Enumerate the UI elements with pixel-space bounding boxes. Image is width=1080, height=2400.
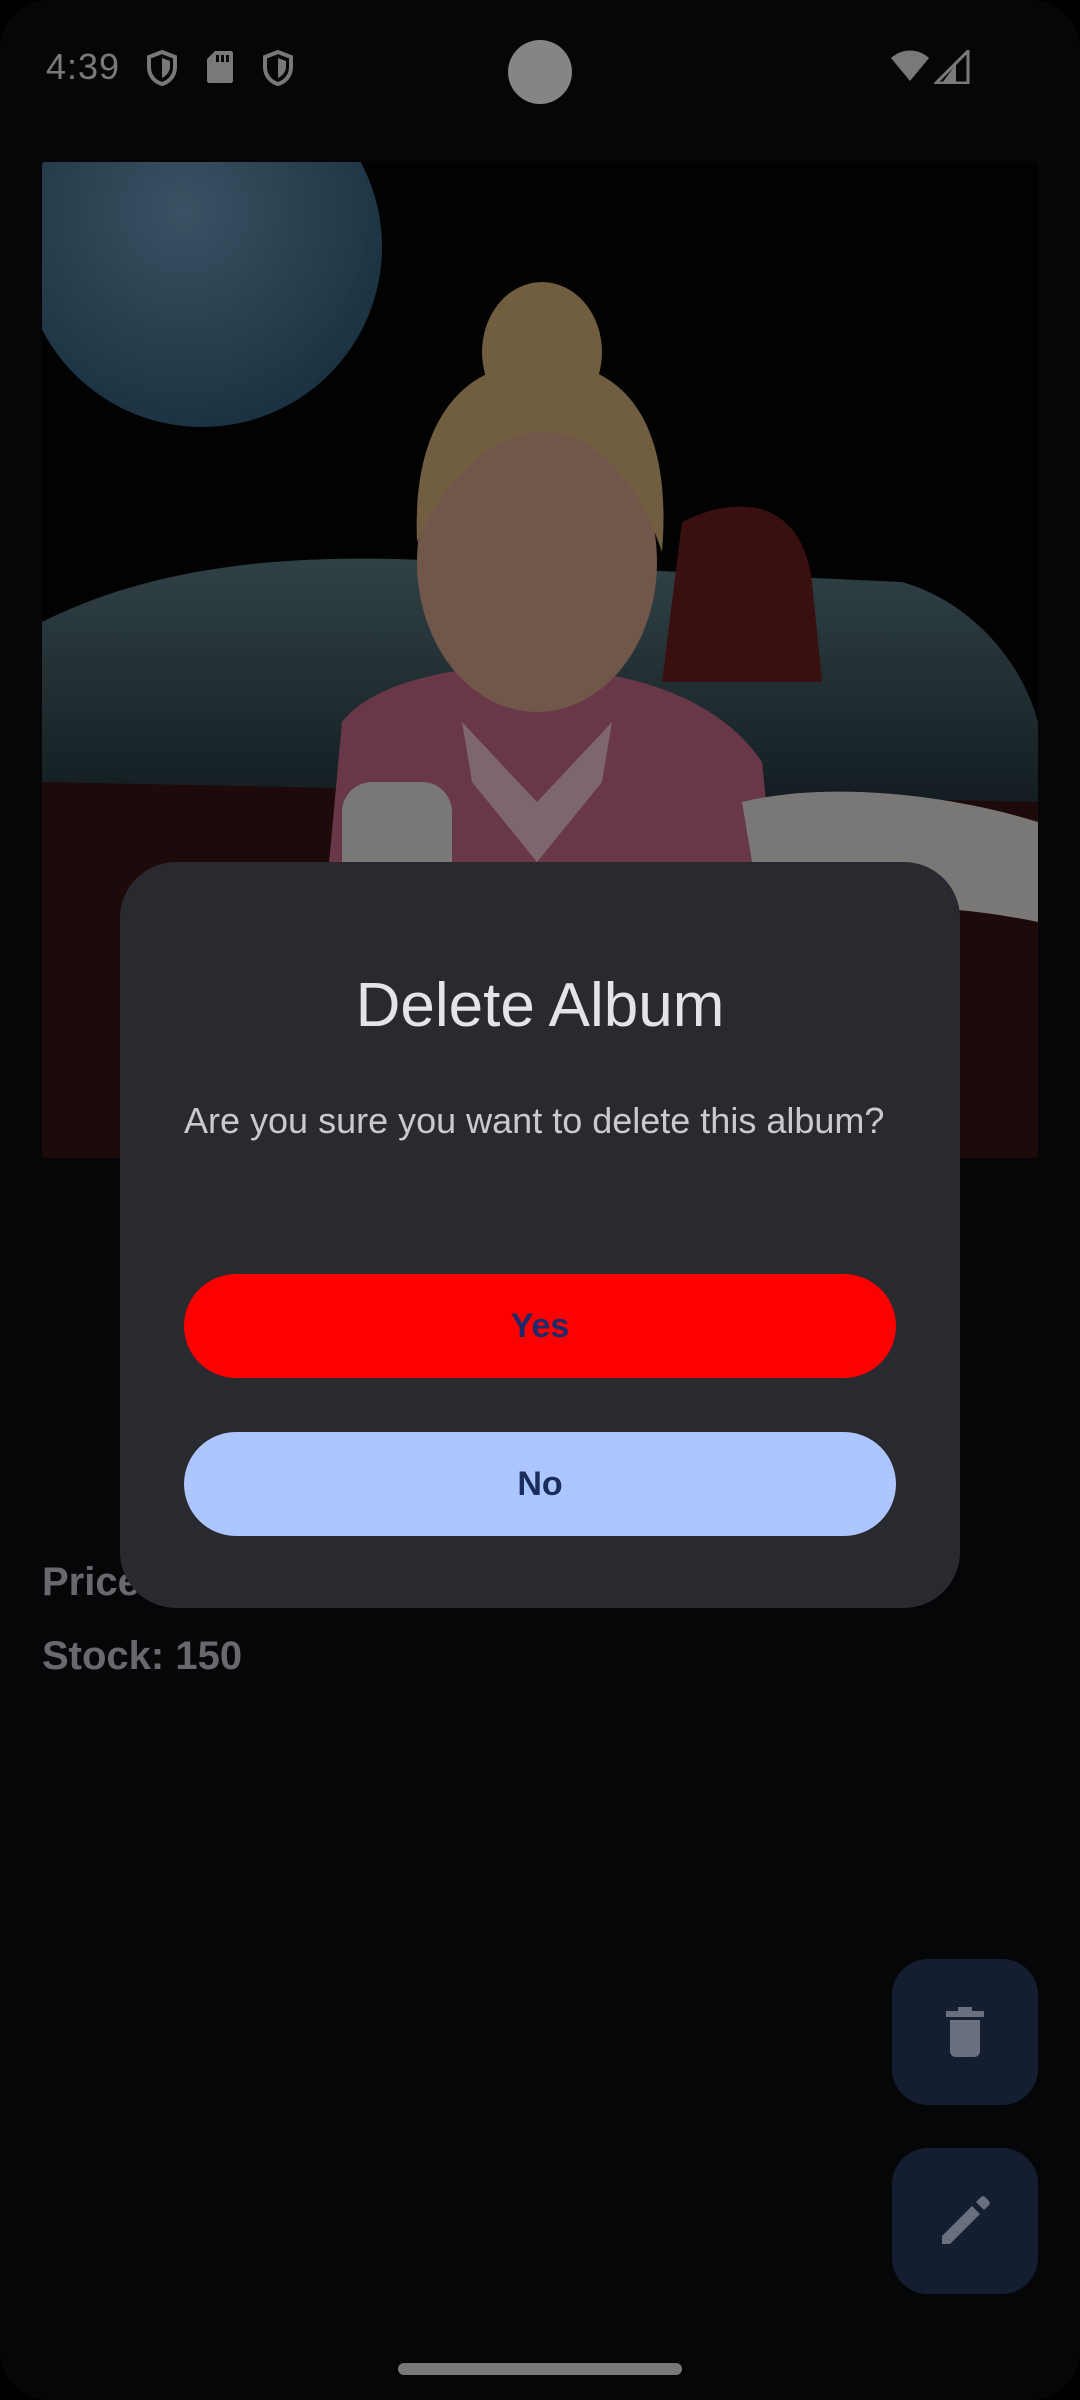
confirm-yes-button[interactable]: Yes bbox=[184, 1274, 896, 1378]
album-detail-screen: 4:39 Price Stock: 150 Delete Album Are y… bbox=[0, 0, 1080, 2400]
dialog-title: Delete Album bbox=[355, 971, 725, 1040]
delete-album-dialog: Delete Album Are you sure you want to de… bbox=[120, 862, 960, 1608]
cancel-no-button[interactable]: No bbox=[184, 1432, 896, 1536]
dialog-message: Are you sure you want to delete this alb… bbox=[184, 1100, 885, 1141]
